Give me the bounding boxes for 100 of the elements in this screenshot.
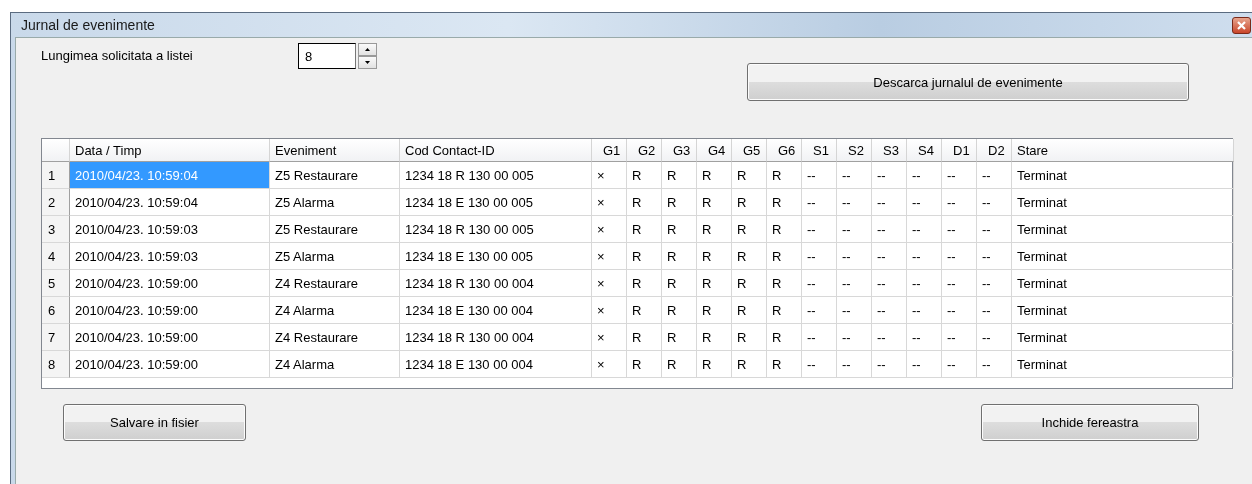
- table-cell: --: [802, 297, 837, 324]
- column-header[interactable]: D1: [942, 139, 977, 162]
- table-cell: R: [627, 351, 662, 378]
- window-title: Jurnal de evenimente: [21, 17, 155, 33]
- table-cell: R: [697, 270, 732, 297]
- table-cell: R: [662, 351, 697, 378]
- table-cell: --: [837, 270, 872, 297]
- table-cell: Z4 Restaurare: [270, 270, 400, 297]
- table-cell: R: [662, 324, 697, 351]
- table-cell: --: [942, 162, 977, 189]
- column-header[interactable]: S4: [907, 139, 942, 162]
- column-header[interactable]: Data / Timp: [70, 139, 270, 162]
- table-cell: --: [872, 270, 907, 297]
- table-cell: --: [942, 189, 977, 216]
- close-window-button[interactable]: Inchide fereastra: [981, 404, 1199, 441]
- table-cell: --: [872, 351, 907, 378]
- table-cell: --: [837, 351, 872, 378]
- table-cell: R: [732, 324, 767, 351]
- table-cell: --: [872, 297, 907, 324]
- table-cell: 2010/04/23. 10:59:04: [70, 189, 270, 216]
- table-cell: Terminat: [1012, 351, 1234, 378]
- column-header[interactable]: Eveniment: [270, 139, 400, 162]
- table-cell: R: [662, 162, 697, 189]
- table-cell: ×: [592, 297, 627, 324]
- table-cell: R: [732, 270, 767, 297]
- column-header[interactable]: G1: [592, 139, 627, 162]
- table-cell: Terminat: [1012, 243, 1234, 270]
- table-cell: 2010/04/23. 10:59:00: [70, 297, 270, 324]
- row-number: 7: [42, 324, 70, 351]
- table-cell: --: [872, 189, 907, 216]
- table-cell: R: [732, 243, 767, 270]
- table-cell: Terminat: [1012, 297, 1234, 324]
- table-cell: 2010/04/23. 10:59:03: [70, 243, 270, 270]
- table-cell: R: [697, 351, 732, 378]
- table-cell: --: [977, 324, 1012, 351]
- table-cell: --: [872, 324, 907, 351]
- table-cell: --: [907, 297, 942, 324]
- table-cell: --: [977, 297, 1012, 324]
- save-button[interactable]: Salvare in fisier: [63, 404, 246, 441]
- table-cell: R: [627, 189, 662, 216]
- table-cell: --: [837, 297, 872, 324]
- table-cell: R: [697, 216, 732, 243]
- column-header[interactable]: S3: [872, 139, 907, 162]
- table-cell: Z5 Restaurare: [270, 216, 400, 243]
- row-number: 4: [42, 243, 70, 270]
- column-header[interactable]: Stare: [1012, 139, 1234, 162]
- down-arrow-icon: [365, 61, 370, 64]
- spin-down-button[interactable]: [358, 56, 377, 69]
- table-cell: 1234 18 R 130 00 004: [400, 324, 592, 351]
- column-header[interactable]: G6: [767, 139, 802, 162]
- table-cell: Z5 Alarma: [270, 189, 400, 216]
- table-cell: R: [697, 297, 732, 324]
- column-header[interactable]: G4: [697, 139, 732, 162]
- spin-up-button[interactable]: [358, 43, 377, 56]
- table-cell: Z4 Alarma: [270, 297, 400, 324]
- table-cell: R: [767, 297, 802, 324]
- column-header[interactable]: G2: [627, 139, 662, 162]
- column-header[interactable]: Cod Contact-ID: [400, 139, 592, 162]
- table-cell: Terminat: [1012, 189, 1234, 216]
- table-cell: --: [907, 189, 942, 216]
- table-cell: 1234 18 R 130 00 004: [400, 270, 592, 297]
- table-cell: --: [907, 216, 942, 243]
- row-number: 6: [42, 297, 70, 324]
- table-cell: --: [942, 216, 977, 243]
- column-header[interactable]: S1: [802, 139, 837, 162]
- column-header[interactable]: S2: [837, 139, 872, 162]
- close-button[interactable]: [1232, 16, 1251, 34]
- table-cell: --: [802, 351, 837, 378]
- table-cell: 2010/04/23. 10:59:00: [70, 351, 270, 378]
- table-cell: R: [662, 270, 697, 297]
- table-cell: R: [767, 270, 802, 297]
- table-cell: ×: [592, 270, 627, 297]
- header-corner: [42, 139, 70, 162]
- table-cell: 1234 18 R 130 00 005: [400, 216, 592, 243]
- table-cell: --: [907, 324, 942, 351]
- row-number: 8: [42, 351, 70, 378]
- table-cell: R: [732, 216, 767, 243]
- table-cell: --: [802, 243, 837, 270]
- table-cell: R: [732, 162, 767, 189]
- table-cell: --: [802, 162, 837, 189]
- table-cell: Z4 Restaurare: [270, 324, 400, 351]
- table-cell: R: [732, 297, 767, 324]
- column-header[interactable]: D2: [977, 139, 1012, 162]
- download-button[interactable]: Descarca jurnalul de evenimente: [747, 63, 1189, 101]
- table-cell: --: [907, 351, 942, 378]
- table-cell: --: [942, 243, 977, 270]
- column-header[interactable]: G3: [662, 139, 697, 162]
- number-field[interactable]: 8: [298, 43, 356, 69]
- column-header[interactable]: G5: [732, 139, 767, 162]
- table-cell: ×: [592, 189, 627, 216]
- table-cell: R: [627, 324, 662, 351]
- table-cell: R: [627, 243, 662, 270]
- table-cell: --: [837, 216, 872, 243]
- table-cell: Terminat: [1012, 270, 1234, 297]
- table-cell: --: [977, 189, 1012, 216]
- table-cell: R: [697, 243, 732, 270]
- table-cell: R: [697, 324, 732, 351]
- table-cell: --: [942, 297, 977, 324]
- table-cell: ×: [592, 216, 627, 243]
- table-cell: --: [907, 162, 942, 189]
